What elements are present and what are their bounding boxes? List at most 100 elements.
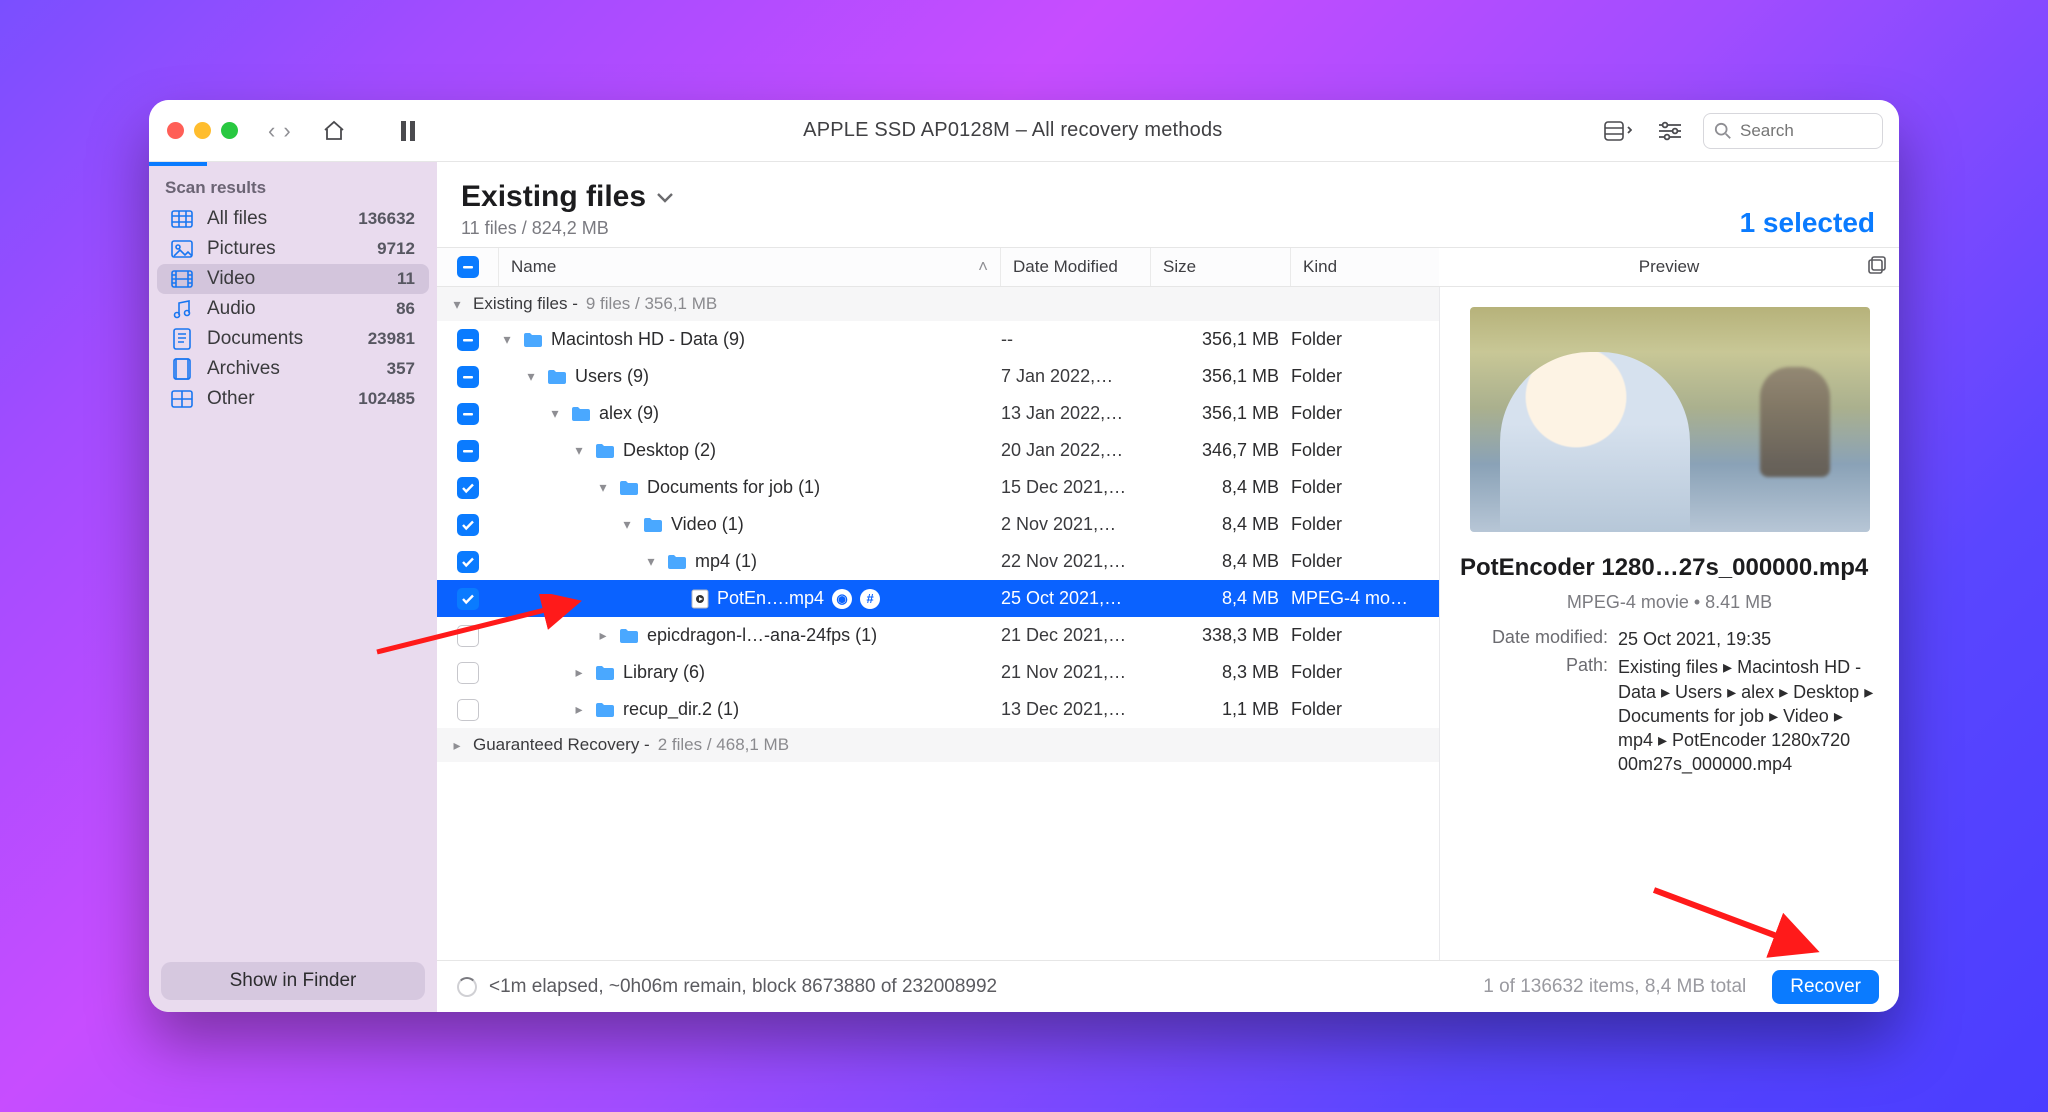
disclosure-icon[interactable]: ▾: [571, 442, 587, 459]
show-in-finder-button[interactable]: Show in Finder: [161, 962, 425, 1000]
file-name: mp4 (1): [695, 551, 757, 572]
disclosure-icon[interactable]: ▾: [499, 331, 515, 348]
preview-panel: PotEncoder 1280…27s_000000.mp4 MPEG-4 mo…: [1439, 287, 1899, 960]
table-row[interactable]: ▸epicdragon-l…-ana-24fps (1) 21 Dec 2021…: [437, 617, 1439, 654]
file-size: 8,3 MB: [1151, 662, 1291, 683]
row-checkbox[interactable]: [457, 440, 479, 462]
close-window-button[interactable]: [167, 122, 184, 139]
file-kind: Folder: [1291, 477, 1439, 498]
preview-date-value: 25 Oct 2021, 19:35: [1618, 627, 1881, 651]
column-kind[interactable]: Kind: [1291, 248, 1439, 286]
folder-icon: [595, 443, 615, 459]
table-row[interactable]: ▾Documents for job (1) 15 Dec 2021,…8,4 …: [437, 469, 1439, 506]
folder-icon: [619, 480, 639, 496]
sidebar-item-video[interactable]: Video 11: [157, 264, 429, 294]
quicklook-icon[interactable]: ◉: [832, 589, 852, 609]
folder-icon: [571, 406, 591, 422]
home-button[interactable]: [315, 114, 353, 148]
pause-button[interactable]: [389, 114, 427, 148]
disclosure-icon[interactable]: ▾: [547, 405, 563, 422]
disclosure-icon[interactable]: ▾: [643, 553, 659, 570]
group-header-guaranteed[interactable]: ▸ Guaranteed Recovery - 2 files / 468,1 …: [437, 728, 1439, 762]
sidebar-item-all-files[interactable]: All files 136632: [157, 204, 429, 234]
forward-button[interactable]: ›: [279, 118, 294, 144]
row-checkbox[interactable]: [457, 403, 479, 425]
select-all-checkbox[interactable]: [457, 256, 479, 278]
disclosure-icon[interactable]: ▾: [595, 479, 611, 496]
preview-path-value: Existing files ▸ Macintosh HD - Data ▸ U…: [1618, 655, 1881, 776]
disclosure-icon[interactable]: ▾: [619, 516, 635, 533]
file-name: alex (9): [599, 403, 659, 424]
zoom-window-button[interactable]: [221, 122, 238, 139]
sidebar-item-count: 86: [396, 299, 415, 319]
file-size: 8,4 MB: [1151, 477, 1291, 498]
search-icon: [1714, 122, 1732, 140]
disclosure-icon[interactable]: ▸: [595, 627, 611, 644]
table-row[interactable]: ▾Desktop (2) 20 Jan 2022,…346,7 MBFolder: [437, 432, 1439, 469]
sidebar-item-audio[interactable]: Audio 86: [157, 294, 429, 324]
selection-count: 1 selected: [1740, 207, 1875, 239]
row-checkbox[interactable]: [457, 514, 479, 536]
status-left: <1m elapsed, ~0h06m remain, block 867388…: [489, 976, 997, 998]
file-size: 8,4 MB: [1151, 551, 1291, 572]
preview-thumbnail[interactable]: [1470, 307, 1870, 532]
folder-icon: [523, 332, 543, 348]
chevron-down-icon: [656, 190, 674, 204]
file-date: --: [1001, 329, 1151, 350]
sidebar-item-archives[interactable]: Archives 357: [157, 354, 429, 384]
row-checkbox[interactable]: [457, 662, 479, 684]
file-name: Documents for job (1): [647, 477, 820, 498]
table-row[interactable]: ▾Macintosh HD - Data (9) --356,1 MBFolde…: [437, 321, 1439, 358]
table-row[interactable]: ▾mp4 (1) 22 Nov 2021,…8,4 MBFolder: [437, 543, 1439, 580]
row-checkbox[interactable]: [457, 477, 479, 499]
disclosure-icon[interactable]: ▸: [571, 664, 587, 681]
disclosure-icon[interactable]: ▸: [571, 701, 587, 718]
column-date[interactable]: Date Modified: [1001, 248, 1151, 286]
row-checkbox[interactable]: [457, 625, 479, 647]
column-name[interactable]: Name ˄: [499, 248, 1001, 286]
row-checkbox[interactable]: [457, 366, 479, 388]
column-size[interactable]: Size: [1151, 248, 1291, 286]
row-checkbox[interactable]: [457, 329, 479, 351]
page-title[interactable]: Existing files: [461, 180, 674, 214]
view-mode-button[interactable]: [1599, 114, 1637, 148]
back-button[interactable]: ‹: [264, 118, 279, 144]
folder-icon: [595, 665, 615, 681]
main-panel: Existing files 11 files / 824,2 MB 1 sel…: [437, 162, 1899, 1012]
preview-file-meta: MPEG-4 movie • 8.41 MB: [1567, 592, 1772, 613]
table-row[interactable]: ▾Video (1) 2 Nov 2021,…8,4 MBFolder: [437, 506, 1439, 543]
sidebar-item-documents[interactable]: Documents 23981: [157, 324, 429, 354]
sidebar-item-pictures[interactable]: Pictures 9712: [157, 234, 429, 264]
disclosure-icon[interactable]: ▾: [523, 368, 539, 385]
group-header-existing[interactable]: ▾ Existing files - 9 files / 356,1 MB: [437, 287, 1439, 321]
column-label: Kind: [1303, 257, 1337, 277]
folder-icon: [547, 369, 567, 385]
recover-button[interactable]: Recover: [1772, 970, 1879, 1004]
hex-view-icon[interactable]: #: [860, 589, 880, 609]
table-row[interactable]: ▸Library (6) 21 Nov 2021,…8,3 MBFolder: [437, 654, 1439, 691]
status-bar: <1m elapsed, ~0h06m remain, block 867388…: [437, 960, 1899, 1012]
folder-icon: [643, 517, 663, 533]
minimize-window-button[interactable]: [194, 122, 211, 139]
app-window: ‹ › APPLE SSD AP0128M – All recovery met…: [149, 100, 1899, 1012]
file-kind: Folder: [1291, 366, 1439, 387]
search-field[interactable]: [1703, 113, 1883, 149]
table-row[interactable]: PotEn….mp4 ◉ #25 Oct 2021,…8,4 MBMPEG-4 …: [437, 580, 1439, 617]
file-kind: MPEG-4 mo…: [1291, 588, 1439, 609]
open-external-button[interactable]: [1867, 255, 1887, 280]
table-row[interactable]: ▾alex (9) 13 Jan 2022,…356,1 MBFolder: [437, 395, 1439, 432]
search-input[interactable]: [1740, 121, 1872, 141]
table-row[interactable]: ▾Users (9) 7 Jan 2022,…356,1 MBFolder: [437, 358, 1439, 395]
filter-button[interactable]: [1651, 114, 1689, 148]
row-checkbox[interactable]: [457, 588, 479, 610]
chevron-right-icon: ▸: [449, 737, 465, 754]
row-checkbox[interactable]: [457, 551, 479, 573]
sidebar-item-other[interactable]: Other 102485: [157, 384, 429, 414]
pause-icon: [399, 120, 417, 142]
file-date: 25 Oct 2021,…: [1001, 588, 1151, 609]
row-checkbox[interactable]: [457, 699, 479, 721]
file-name: Desktop (2): [623, 440, 716, 461]
file-date: 22 Nov 2021,…: [1001, 551, 1151, 572]
table-row[interactable]: ▸recup_dir.2 (1) 13 Dec 2021,…1,1 MBFold…: [437, 691, 1439, 728]
group-meta: 2 files / 468,1 MB: [658, 735, 789, 755]
